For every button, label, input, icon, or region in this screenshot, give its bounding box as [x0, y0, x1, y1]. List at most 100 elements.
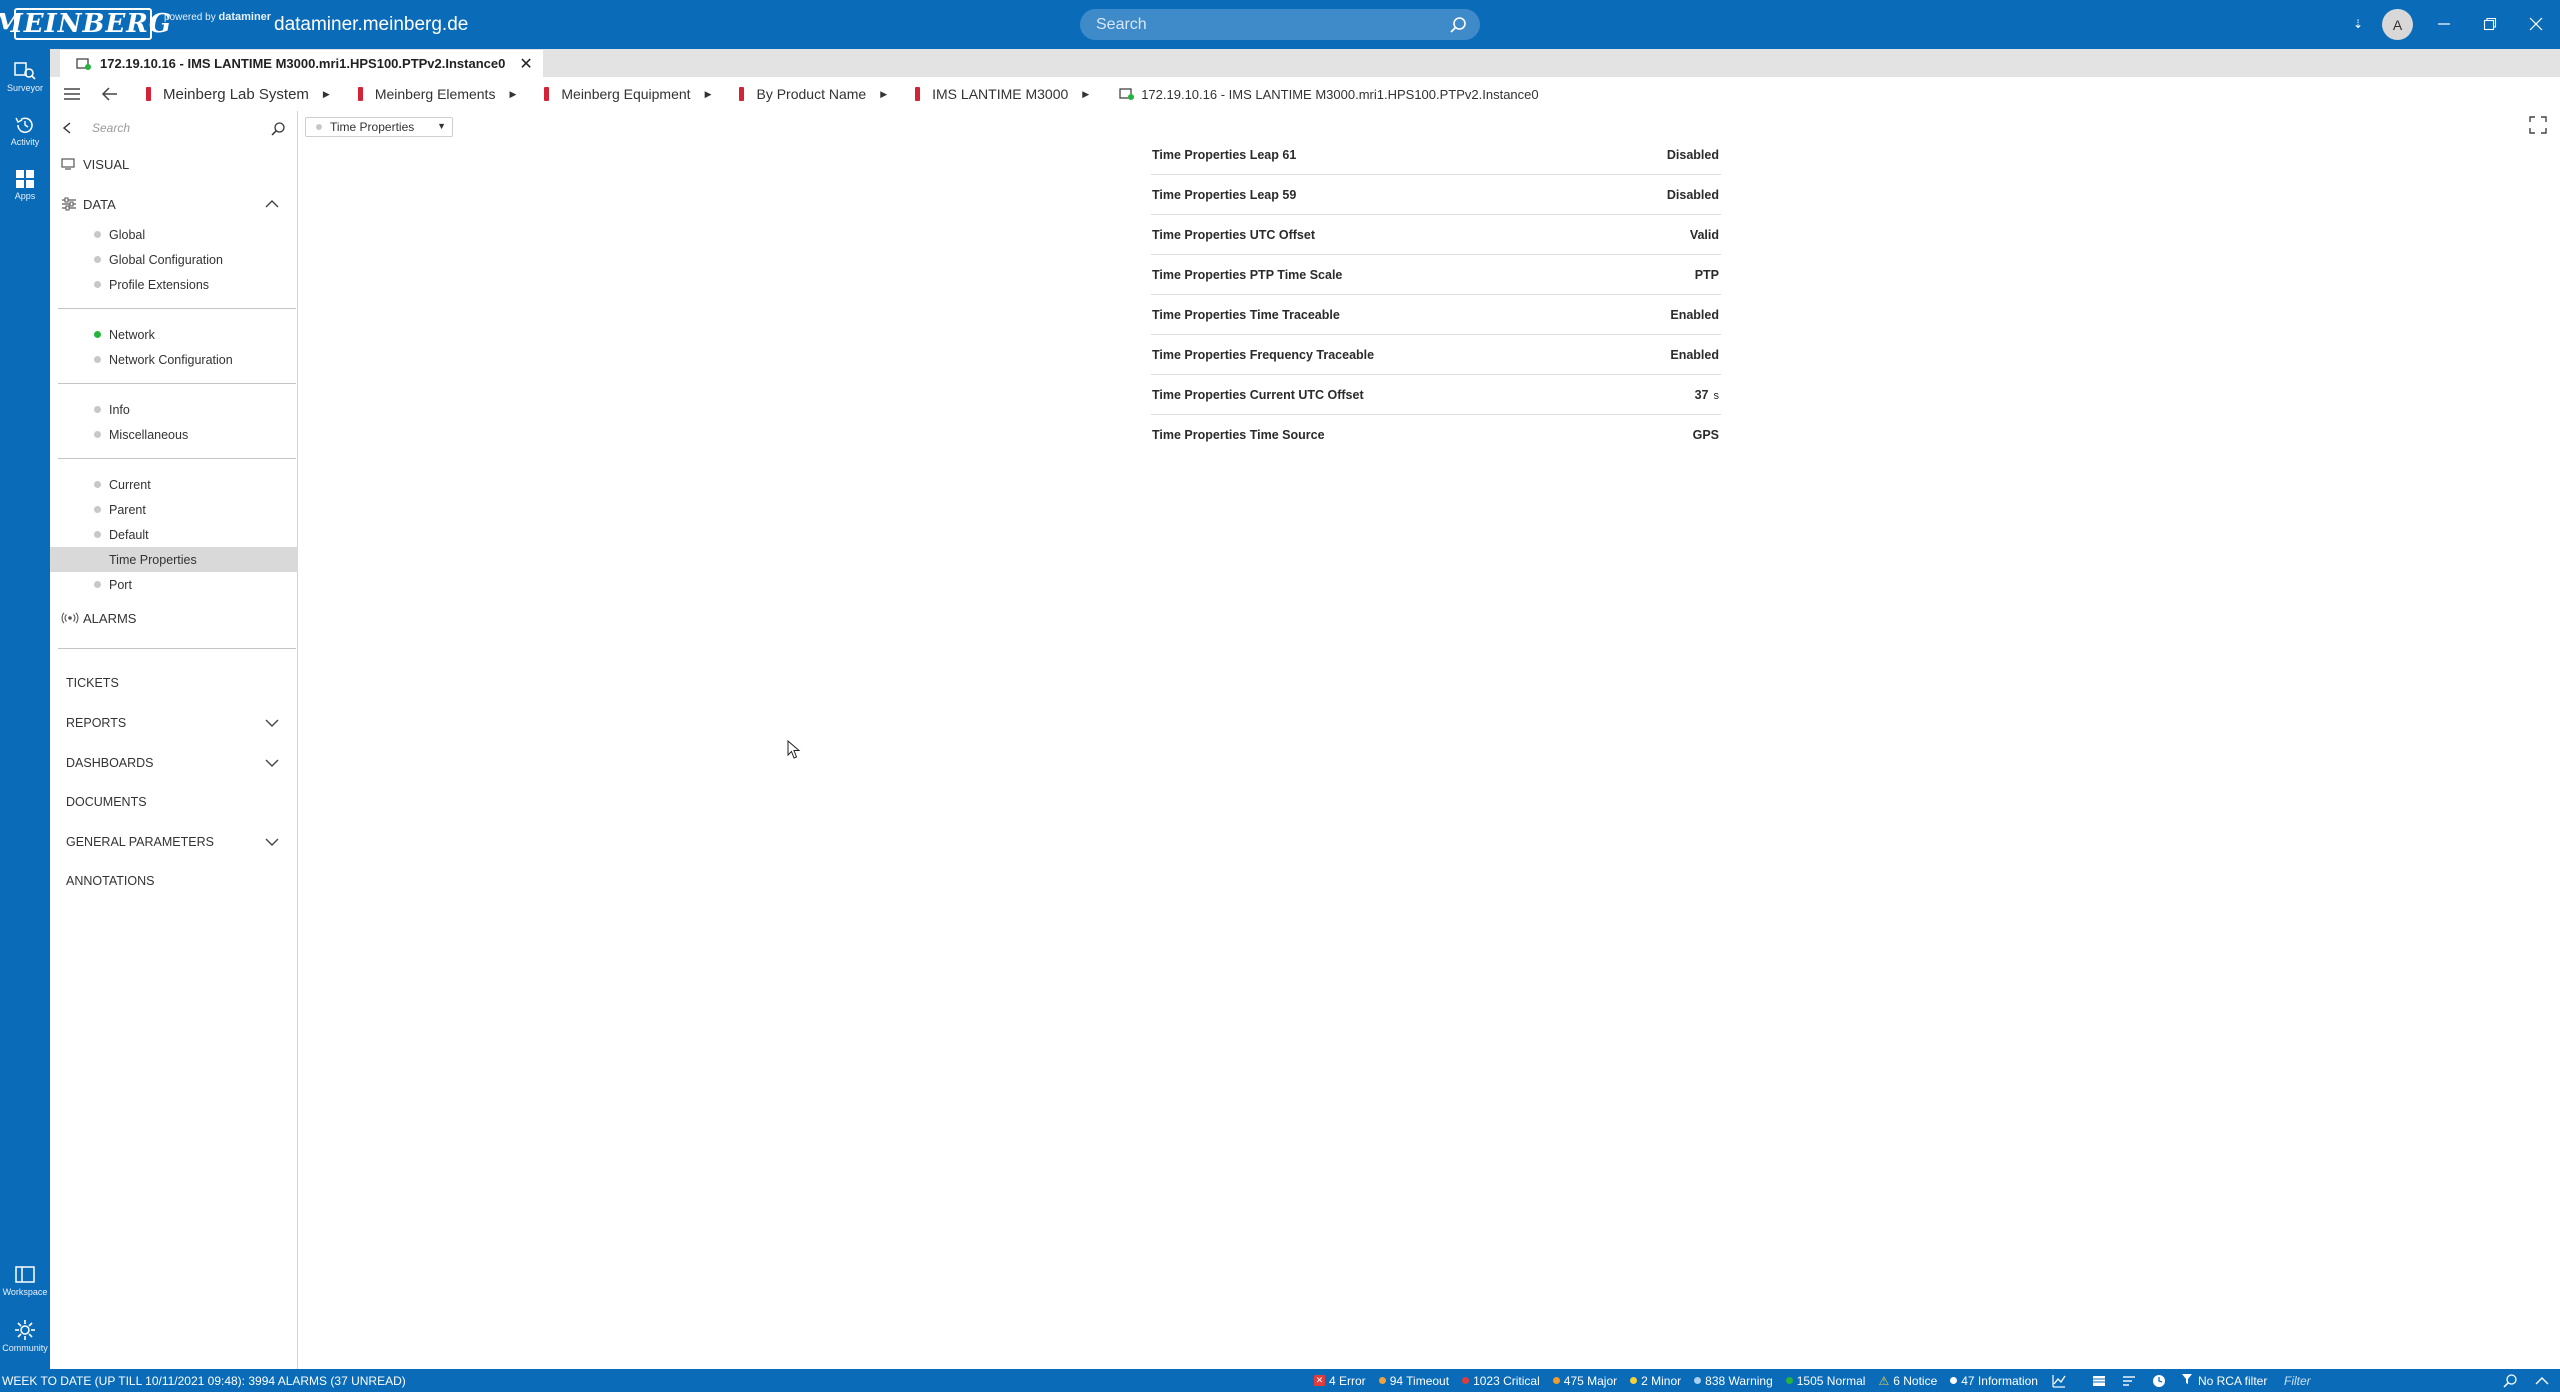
counter-normal[interactable]: 1505 Normal [1785, 1373, 1866, 1388]
rail-item-apps[interactable]: Apps [0, 163, 50, 209]
rca-filter[interactable]: No RCA filter [2181, 1373, 2267, 1388]
chevron-up-icon[interactable] [2534, 1373, 2550, 1389]
counter-label: 1505 Normal [1796, 1373, 1866, 1388]
list-view-icon[interactable] [2091, 1373, 2107, 1389]
close-tab-icon[interactable]: ✕ [519, 54, 532, 74]
param-row[interactable]: Time Properties Time Source GPS [1151, 415, 1721, 455]
param-row[interactable]: Time Properties Frequency Traceable Enabl… [1151, 335, 1721, 375]
breadcrumb-item-current-element[interactable]: 172.19.10.16 - IMS LANTIME M3000.mri1.HP… [1119, 87, 1539, 102]
page-label: Time Properties [109, 552, 197, 567]
overflow-chevron-icon[interactable]: ⇣ [2346, 12, 2370, 36]
data-page-port[interactable]: Port [50, 572, 298, 597]
chevron-left-icon[interactable] [62, 122, 72, 137]
search-icon[interactable] [270, 121, 286, 137]
counter-notice[interactable]: ⚠ 6 Notice [1878, 1374, 1937, 1388]
chevron-up-icon[interactable] [264, 196, 280, 212]
breadcrumb-item-product-name[interactable]: By Product Name ▶ [739, 86, 887, 102]
section-data[interactable]: DATA [50, 191, 298, 217]
counter-label: 838 Warning [1705, 1373, 1773, 1388]
status-dot [94, 331, 101, 338]
page-selector[interactable]: Time Properties ▼ [305, 117, 453, 137]
global-search[interactable] [1080, 9, 1480, 40]
breadcrumb-item-elements[interactable]: Meinberg Elements ▶ [357, 86, 516, 102]
counter-warning[interactable]: 838 Warning [1694, 1374, 1773, 1388]
search-icon[interactable] [1448, 15, 1468, 35]
close-window-icon[interactable] [2524, 12, 2548, 36]
section-reports[interactable]: REPORTS [50, 710, 298, 736]
panel-search-input[interactable] [92, 117, 272, 139]
section-label: DOCUMENTS [66, 795, 147, 809]
data-page-miscellaneous[interactable]: Miscellaneous [50, 422, 298, 447]
alarm-summary[interactable]: WEEK TO DATE (UP TILL 10/11/2021 09:48):… [2, 1374, 406, 1388]
section-tickets[interactable]: TICKETS [50, 670, 298, 696]
counter-major[interactable]: 475 Major [1552, 1374, 1617, 1388]
caret-right-icon[interactable]: ▶ [509, 89, 516, 100]
rail-item-community[interactable]: Community [0, 1313, 50, 1359]
page-label: Default [109, 527, 149, 542]
param-row[interactable]: Time Properties Current UTC Offset 37 s [1151, 375, 1721, 415]
minor-dot [1630, 1377, 1638, 1384]
data-page-parent[interactable]: Parent [50, 497, 298, 522]
rail-item-activity[interactable]: Activity [0, 109, 50, 155]
chevron-down-icon[interactable] [264, 834, 280, 850]
counter-information[interactable]: 47 Information [1950, 1374, 2038, 1388]
back-arrow-icon[interactable] [100, 84, 120, 104]
data-page-info[interactable]: Info [50, 397, 298, 422]
counter-error[interactable]: ✕ 4 Error [1314, 1374, 1366, 1388]
section-label: ALARMS [83, 610, 137, 626]
breadcrumb-item-lantime[interactable]: IMS LANTIME M3000 ▶ [915, 86, 1089, 102]
breadcrumb-item-equipment[interactable]: Meinberg Equipment ▶ [544, 86, 711, 102]
data-page-profile-extensions[interactable]: Profile Extensions [50, 272, 298, 297]
counter-minor[interactable]: 2 Minor [1630, 1374, 1681, 1388]
param-row[interactable]: Time Properties Leap 59 Disabled [1151, 175, 1721, 215]
counter-timeout[interactable]: 94 Timeout [1378, 1374, 1449, 1388]
minimize-icon[interactable] [2432, 12, 2456, 36]
apps-icon [16, 170, 34, 188]
caret-right-icon[interactable]: ▶ [1082, 89, 1089, 100]
section-annotations[interactable]: ANNOTATIONS [50, 868, 298, 894]
data-page-network[interactable]: Network [50, 322, 298, 347]
restore-icon[interactable] [2478, 12, 2502, 36]
status-dot [94, 281, 101, 288]
section-documents[interactable]: DOCUMENTS [50, 789, 298, 815]
param-row[interactable]: Time Properties Time Traceable Enabled [1151, 295, 1721, 335]
chevron-down-icon[interactable] [264, 755, 280, 771]
data-page-time-properties[interactable]: Time Properties [50, 547, 298, 572]
clock-icon[interactable] [2151, 1373, 2167, 1389]
caret-right-icon[interactable]: ▶ [880, 89, 887, 100]
trend-chart-icon[interactable] [2051, 1373, 2067, 1389]
tab-element-card[interactable]: 172.19.10.16 - IMS LANTIME M3000.mri1.HP… [60, 50, 543, 77]
fullscreen-icon[interactable] [2528, 115, 2548, 135]
section-alarms[interactable]: ALARMS [50, 605, 298, 631]
sort-lines-icon[interactable] [2121, 1373, 2137, 1389]
section-dashboards[interactable]: DASHBOARDS [50, 750, 298, 776]
data-page-network-configuration[interactable]: Network Configuration [50, 347, 298, 372]
data-page-default[interactable]: Default [50, 522, 298, 547]
counter-critical[interactable]: 1023 Critical [1462, 1374, 1540, 1388]
data-page-current[interactable]: Current [50, 472, 298, 497]
param-row[interactable]: Time Properties PTP Time Scale PTP [1151, 255, 1721, 295]
caret-right-icon[interactable]: ▶ [705, 89, 712, 100]
section-visual[interactable]: VISUAL [50, 151, 298, 177]
rail-item-surveyor[interactable]: Surveyor [0, 55, 50, 101]
section-general-parameters[interactable]: GENERAL PARAMETERS [50, 829, 298, 855]
param-row[interactable]: Time Properties UTC Offset Valid [1151, 215, 1721, 255]
status-dot [94, 481, 101, 488]
surveyor-icon [14, 62, 36, 80]
search-icon[interactable] [2502, 1373, 2518, 1389]
hamburger-menu-icon[interactable] [62, 84, 82, 104]
param-label: Time Properties Current UTC Offset [1152, 387, 1364, 402]
avatar[interactable]: A [2382, 9, 2413, 40]
rail-item-workspace[interactable]: Workspace [0, 1259, 50, 1305]
element-status-marker [544, 87, 550, 101]
caret-down-icon[interactable]: ▼ [437, 121, 446, 131]
global-search-input[interactable] [1096, 9, 1436, 40]
data-page-global[interactable]: Global [50, 222, 298, 247]
param-row[interactable]: Time Properties Leap 61 Disabled [1151, 135, 1721, 175]
status-dot [94, 231, 101, 238]
caret-right-icon[interactable]: ▶ [323, 89, 330, 100]
alarm-filter-input[interactable] [2284, 1371, 2504, 1390]
breadcrumb-item-lab-system[interactable]: Meinberg Lab System ▶ [146, 86, 330, 103]
chevron-down-icon[interactable] [264, 715, 280, 731]
data-page-global-configuration[interactable]: Global Configuration [50, 247, 298, 272]
